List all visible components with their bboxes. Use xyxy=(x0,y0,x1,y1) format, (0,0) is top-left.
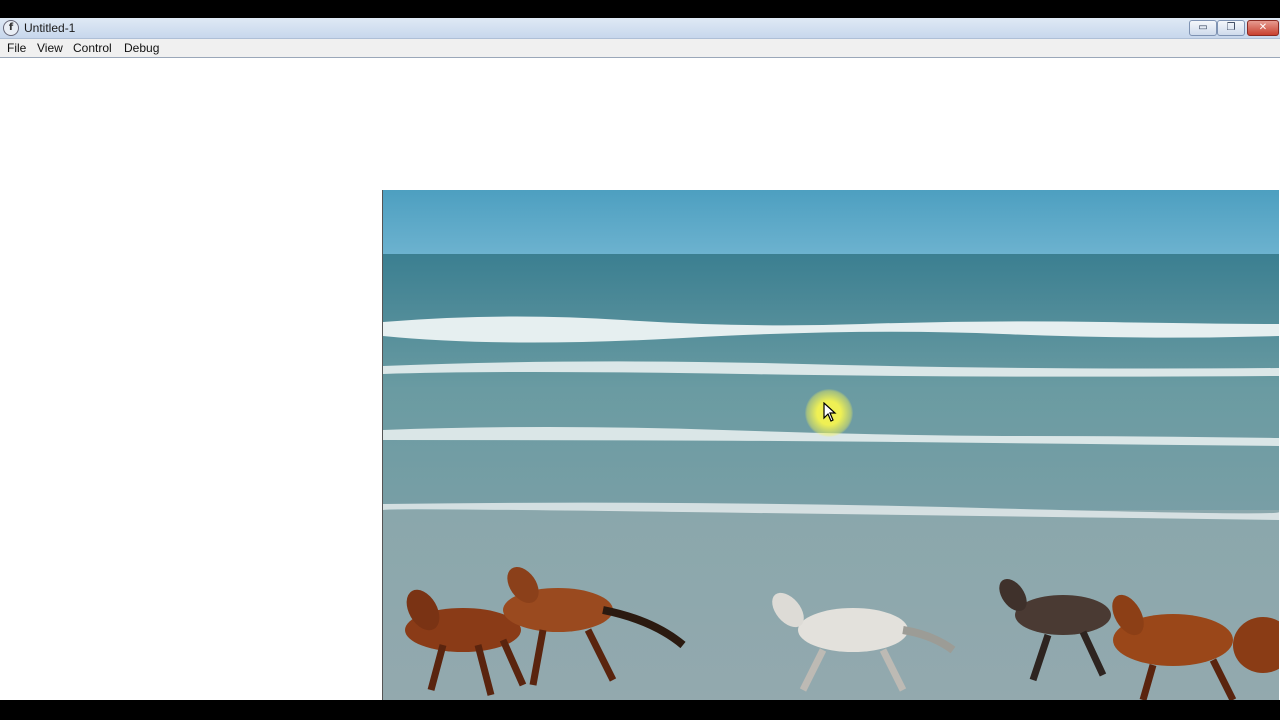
mouse-pointer-icon xyxy=(823,402,837,422)
menu-bar: File View Control Debug xyxy=(0,39,1280,58)
menu-view[interactable]: View xyxy=(37,41,63,55)
stage-area xyxy=(0,58,1280,700)
cursor-highlight xyxy=(805,389,853,437)
menu-file[interactable]: File xyxy=(7,41,26,55)
video-frame xyxy=(382,190,1279,700)
player-window: f Untitled-1 ▭ ❐ ✕ File View Control Deb… xyxy=(0,18,1280,700)
close-button[interactable]: ✕ xyxy=(1247,20,1279,36)
beach-horses-image xyxy=(383,190,1279,700)
maximize-button[interactable]: ❐ xyxy=(1217,20,1245,36)
screen-bottom-edge xyxy=(0,700,1280,720)
title-bar[interactable]: f Untitled-1 ▭ ❐ ✕ xyxy=(0,18,1280,39)
menu-control[interactable]: Control xyxy=(73,41,112,55)
menu-debug[interactable]: Debug xyxy=(124,41,159,55)
minimize-button[interactable]: ▭ xyxy=(1189,20,1217,36)
window-title: Untitled-1 xyxy=(24,21,76,35)
flash-player-icon: f xyxy=(3,20,19,36)
